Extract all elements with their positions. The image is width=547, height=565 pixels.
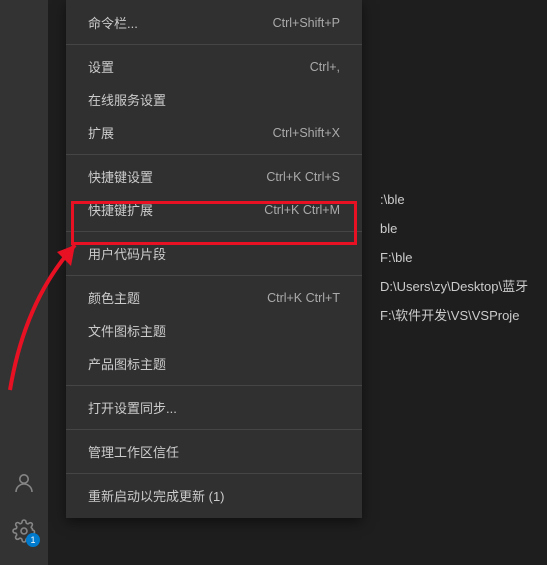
menu-item-label: 重新启动以完成更新 (1)	[88, 486, 225, 505]
settings-badge: 1	[26, 533, 40, 547]
bg-path-row: F:\ble	[380, 243, 528, 272]
menu-item-label: 在线服务设置	[88, 90, 166, 109]
accounts-icon[interactable]	[0, 459, 48, 507]
menu-item-label: 命令栏...	[88, 13, 138, 32]
menu-item-shortcut: Ctrl+Shift+P	[273, 16, 340, 30]
menu-item-shortcut: Ctrl+K Ctrl+M	[264, 203, 340, 217]
menu-item-settings[interactable]: 设置 Ctrl+,	[66, 50, 362, 83]
menu-item-restart-update[interactable]: 重新启动以完成更新 (1)	[66, 479, 362, 512]
menu-item-label: 快捷键扩展	[88, 200, 153, 219]
menu-item-label: 管理工作区信任	[88, 442, 179, 461]
settings-gear-icon[interactable]: 1	[0, 507, 48, 555]
bg-path-row: ble	[380, 214, 528, 243]
menu-separator	[66, 275, 362, 276]
menu-item-keyboard-shortcuts[interactable]: 快捷键设置 Ctrl+K Ctrl+S	[66, 160, 362, 193]
menu-item-label: 设置	[88, 57, 114, 76]
menu-separator	[66, 473, 362, 474]
menu-item-online-services[interactable]: 在线服务设置	[66, 83, 362, 116]
menu-item-label: 打开设置同步...	[88, 398, 177, 417]
settings-context-menu: 命令栏... Ctrl+Shift+P 设置 Ctrl+, 在线服务设置 扩展 …	[66, 0, 362, 518]
menu-item-extensions[interactable]: 扩展 Ctrl+Shift+X	[66, 116, 362, 149]
menu-item-color-theme[interactable]: 颜色主题 Ctrl+K Ctrl+T	[66, 281, 362, 314]
menu-item-user-snippets[interactable]: 用户代码片段	[66, 237, 362, 270]
menu-item-label: 用户代码片段	[88, 244, 166, 263]
menu-item-command-palette[interactable]: 命令栏... Ctrl+Shift+P	[66, 6, 362, 39]
menu-item-label: 文件图标主题	[88, 321, 166, 340]
menu-separator	[66, 385, 362, 386]
menu-item-shortcut: Ctrl+K Ctrl+S	[266, 170, 340, 184]
menu-item-file-icon-theme[interactable]: 文件图标主题	[66, 314, 362, 347]
menu-item-product-icon-theme[interactable]: 产品图标主题	[66, 347, 362, 380]
menu-separator	[66, 154, 362, 155]
menu-item-label: 产品图标主题	[88, 354, 166, 373]
menu-item-label: 颜色主题	[88, 288, 140, 307]
bg-path-row: F:\软件开发\VS\VSProje	[380, 301, 528, 330]
menu-item-shortcut: Ctrl+K Ctrl+T	[267, 291, 340, 305]
menu-separator	[66, 231, 362, 232]
menu-item-label: 快捷键设置	[88, 167, 153, 186]
bg-path-row: :\ble	[380, 185, 528, 214]
menu-item-shortcut: Ctrl+Shift+X	[273, 126, 340, 140]
menu-item-workspace-trust[interactable]: 管理工作区信任	[66, 435, 362, 468]
menu-separator	[66, 429, 362, 430]
menu-item-settings-sync[interactable]: 打开设置同步...	[66, 391, 362, 424]
menu-item-label: 扩展	[88, 123, 114, 142]
menu-item-keymap-extensions[interactable]: 快捷键扩展 Ctrl+K Ctrl+M	[66, 193, 362, 226]
activity-bar: 1	[0, 0, 48, 565]
bg-path-row: D:\Users\zy\Desktop\蓝牙	[380, 272, 528, 301]
menu-item-shortcut: Ctrl+,	[310, 60, 340, 74]
background-path-list: :\ble ble F:\ble D:\Users\zy\Desktop\蓝牙 …	[380, 185, 528, 330]
menu-separator	[66, 44, 362, 45]
